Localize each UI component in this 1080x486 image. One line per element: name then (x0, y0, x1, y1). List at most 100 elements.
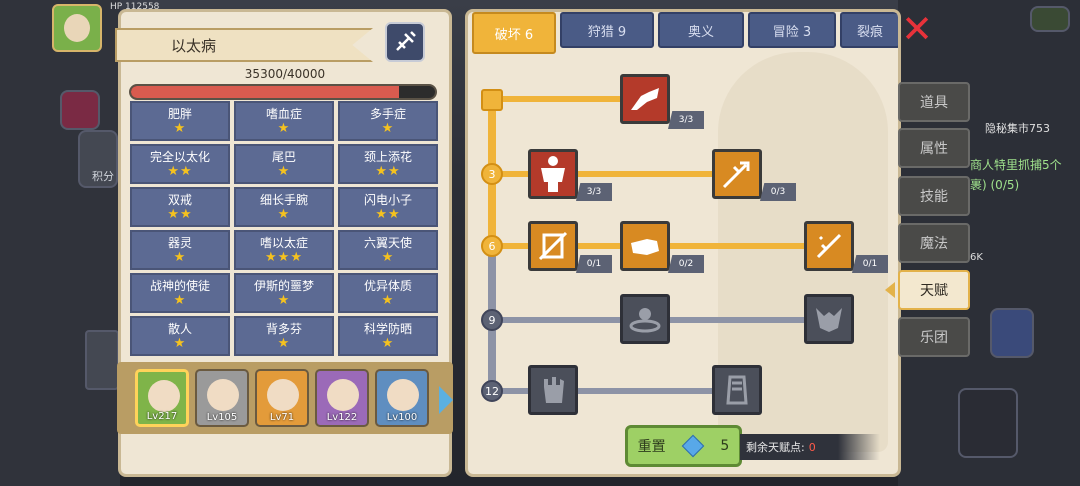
trait-tile[interactable]: 细长手腕 ★ (234, 187, 334, 227)
trait-name: 伊斯的噩梦 (253, 279, 314, 293)
side-tab[interactable]: 天赋 (898, 270, 970, 310)
skill-arm-wrestle[interactable] (620, 74, 670, 124)
hero-face (387, 379, 419, 411)
side-tab[interactable]: 乐团 (898, 317, 970, 357)
trait-stars-icon: ★ (277, 293, 291, 308)
hero-face (267, 379, 299, 411)
trait-tile[interactable]: 背多芬 ★ (234, 316, 334, 356)
hero-scroll-arrow-icon[interactable] (439, 386, 453, 414)
trait-stars-icon: ★ (277, 336, 291, 351)
trait-tile[interactable]: 双戒 ★★ (130, 187, 230, 227)
trait-tile[interactable]: 尾巴 ★ (234, 144, 334, 184)
trait-stars-icon: ★ (277, 207, 291, 222)
skill-arrow-strike[interactable] (712, 149, 762, 199)
trait-stars-icon: ★ (173, 293, 187, 308)
reset-cost: 5 (720, 438, 730, 454)
skill-blade-splash[interactable] (804, 221, 854, 271)
trait-grid: 肥胖 ★ 嗜血症 ★ 多手症 ★ 完全以太化 ★★ 尾巴 ★ 颈上添花 ★★ 双戒 ★★ 细长手腕 ★ 闪电小子… (130, 101, 438, 356)
talent-panel: 破坏 6 狩猎 9 奥义 冒险 3 裂痕 3 6 9 12 3/3 3/3 0/3 0/… (465, 9, 901, 477)
trait-tile[interactable]: 嗜以太症 ★★★ (234, 230, 334, 270)
trait-name: 闪电小子 (363, 193, 412, 207)
small-value: 6K (970, 252, 983, 263)
skill-count: 0/1 (576, 255, 612, 273)
skill-shockwave-locked[interactable] (620, 294, 670, 344)
talent-tab[interactable]: 破坏 6 (472, 12, 556, 54)
trait-name: 优异体质 (363, 279, 412, 293)
trait-tile[interactable]: 嗜血症 ★ (234, 101, 334, 141)
trait-stars-icon: ★ (381, 336, 395, 351)
trait-tile[interactable]: 战神的使徒 ★ (130, 273, 230, 313)
quest-line-1: 商人特里抓捕5个 (970, 158, 1062, 172)
skill-paper-slash[interactable] (528, 221, 578, 271)
trait-tile[interactable]: 优异体质 ★ (338, 273, 438, 313)
skill-count: 0/1 (852, 255, 888, 273)
side-tab[interactable]: 道具 (898, 82, 970, 122)
hp-text: 35300/40000 (244, 67, 326, 81)
muscle-body-icon (541, 156, 565, 192)
skill-muscle-body[interactable] (528, 149, 578, 199)
hero-portrait[interactable]: Lv105 (195, 369, 249, 427)
left-nav-arrow-icon[interactable] (85, 330, 119, 390)
trait-stars-icon: ★★ (375, 164, 401, 179)
diamond-icon (681, 434, 705, 458)
trait-name: 六翼天使 (363, 236, 412, 250)
trait-stars-icon: ★ (277, 121, 291, 136)
paper-slash-icon (538, 231, 568, 261)
trait-tile[interactable]: 完全以太化 ★★ (130, 144, 230, 184)
trait-tile[interactable]: 散人 ★ (130, 316, 230, 356)
trait-tile[interactable]: 闪电小子 ★★ (338, 187, 438, 227)
talent-tab[interactable]: 冒险 3 (748, 12, 836, 48)
side-tab[interactable]: 属性 (898, 128, 970, 168)
trait-name: 背多芬 (265, 322, 302, 336)
tier-node-9: 9 (481, 309, 503, 331)
skill-grip-locked[interactable] (712, 365, 762, 415)
trait-tile[interactable]: 六翼天使 ★ (338, 230, 438, 270)
close-button[interactable]: ✕ (900, 10, 934, 48)
hero-level: Lv105 (206, 412, 238, 423)
trait-tile[interactable]: 科学防晒 ★ (338, 316, 438, 356)
arrow-strike-icon (722, 161, 750, 189)
event-hex-icon[interactable] (60, 90, 100, 130)
raised-fist-icon (544, 377, 564, 403)
hero-portrait[interactable]: Lv217 (135, 369, 189, 427)
talent-tab[interactable]: 裂痕 (840, 12, 898, 48)
skill-fist-locked[interactable] (528, 365, 578, 415)
trait-tile[interactable]: 器灵 ★ (130, 230, 230, 270)
trait-stars-icon: ★★ (167, 164, 193, 179)
skill-demon-locked[interactable] (804, 294, 854, 344)
trait-tile[interactable]: 颈上添花 ★★ (338, 144, 438, 184)
trait-name: 尾巴 (271, 150, 296, 164)
trait-tile[interactable]: 肥胖 ★ (130, 101, 230, 141)
reset-talents-button[interactable]: 重置 5 (625, 425, 742, 467)
left-world-strip (0, 0, 120, 486)
fist-punch-icon (631, 239, 659, 255)
hero-portrait[interactable]: Lv71 (255, 369, 309, 427)
trait-tile[interactable]: 多手症 ★ (338, 101, 438, 141)
tier-3-line (492, 171, 712, 177)
band-emblem-icon[interactable] (990, 308, 1034, 358)
side-tab[interactable]: 技能 (898, 176, 970, 216)
trait-tile[interactable]: 伊斯的噩梦 ★ (234, 273, 334, 313)
trait-title: 以太病 (115, 28, 373, 62)
side-tab[interactable]: 魔法 (898, 223, 970, 263)
trait-panel: 以太病 35300/40000 肥胖 ★ 嗜血症 ★ 多手症 ★ 完全以太化 ★★ 尾巴 ★ 颈上添… (115, 9, 453, 477)
remaining-label: 剩余天赋点: (746, 441, 805, 454)
skill-fist-punch[interactable] (620, 221, 670, 271)
hero-face (207, 379, 239, 411)
remaining-value: 0 (808, 440, 816, 454)
player-avatar[interactable] (52, 4, 102, 52)
trait-name: 颈上添花 (363, 150, 412, 164)
trait-name: 科学防晒 (363, 322, 412, 336)
settings-icon[interactable] (1030, 6, 1070, 32)
bow-weapon-icon[interactable] (958, 388, 1018, 458)
talent-tab[interactable]: 狩猎 9 (560, 12, 654, 48)
talent-tab[interactable]: 奥义 (658, 12, 744, 48)
trait-stars-icon: ★ (173, 336, 187, 351)
hero-portrait[interactable]: Lv100 (375, 369, 429, 427)
trait-name: 肥胖 (167, 107, 192, 121)
hero-portrait[interactable]: Lv122 (315, 369, 369, 427)
hero-level: Lv122 (326, 412, 358, 423)
syringe-swap-button[interactable] (385, 22, 425, 62)
tier-node-6: 6 (481, 235, 503, 257)
trait-name: 嗜以太症 (259, 236, 308, 250)
